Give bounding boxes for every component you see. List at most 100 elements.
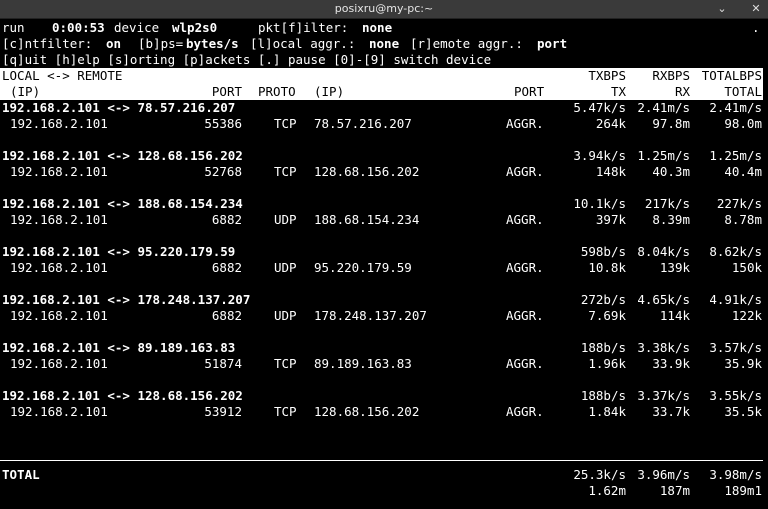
conn-txbps: 5.47k/s	[573, 100, 626, 115]
conn-tx: 397k	[595, 212, 626, 227]
header-ip-remote: (IP)	[314, 84, 345, 99]
conn-txbps: 272b/s	[580, 292, 626, 307]
conn-txbps: 598b/s	[580, 244, 626, 259]
header-rx: RX	[674, 84, 690, 99]
conn-tx: 264k	[595, 116, 626, 131]
conn-pair: 192.168.2.101 <-> 95.220.179.59	[2, 244, 236, 259]
minimize-button[interactable]: ⌄	[714, 1, 730, 17]
conn-pair: 192.168.2.101 <-> 128.68.156.202	[2, 148, 243, 163]
conn-total: 150k	[731, 260, 762, 275]
conn-total: 40.4m	[724, 164, 762, 179]
conn-remote-ip: 188.68.154.234	[314, 212, 420, 227]
conn-rx: 97.8m	[652, 116, 690, 131]
conn-local-port: 55386	[204, 116, 242, 131]
conn-txbps: 188b/s	[580, 340, 626, 355]
conn-total: 98.0m	[724, 116, 762, 131]
totals-rxbps: 3.96m/s	[637, 467, 690, 482]
conn-rx: 114k	[659, 308, 690, 323]
conn-remote-ip: 89.189.163.83	[314, 356, 412, 371]
conn-local-port: 53912	[204, 404, 242, 419]
conn-total: 35.5k	[724, 404, 762, 419]
window-titlebar: posixru@my-pc:~ ⌄ ✕	[0, 0, 768, 19]
conn-txbps: 188b/s	[580, 388, 626, 403]
conn-local-ip: 192.168.2.101	[10, 164, 108, 179]
status-state: run	[2, 20, 25, 35]
status-dot: .	[752, 20, 760, 35]
conn-remote-port: AGGR.	[506, 308, 544, 323]
conn-totalbps: 3.55k/s	[709, 388, 762, 403]
totals-tx: 1.62m	[588, 483, 626, 498]
option-local-aggr-label: [l]ocal aggr.:	[250, 36, 356, 51]
conn-pair: 192.168.2.101 <-> 78.57.216.207	[2, 100, 236, 115]
option-bps-label: [b]ps=	[138, 36, 184, 51]
conn-rx: 40.3m	[652, 164, 690, 179]
conn-tx: 10.8k	[588, 260, 626, 275]
option-remote-aggr-label: [r]emote aggr.:	[410, 36, 523, 51]
conn-tx: 1.84k	[588, 404, 626, 419]
status-device: wlp2s0	[172, 20, 218, 35]
conn-remote-port: AGGR.	[506, 212, 544, 227]
conn-rxbps: 1.25m/s	[637, 148, 690, 163]
conn-rx: 139k	[659, 260, 690, 275]
conn-remote-port: AGGR.	[506, 164, 544, 179]
status-pktfilter: none	[362, 20, 393, 35]
totals-divider	[0, 460, 763, 461]
conn-local-ip: 192.168.2.101	[10, 212, 108, 227]
conn-totalbps: 2.41m/s	[709, 100, 762, 115]
option-cntfilter: on	[106, 36, 122, 51]
status-pktfilter-label: pkt[f]ilter:	[258, 20, 349, 35]
conn-pair: 192.168.2.101 <-> 89.189.163.83	[2, 340, 236, 355]
header-tx: TX	[610, 84, 626, 99]
conn-local-port: 52768	[204, 164, 242, 179]
conn-proto: UDP	[274, 308, 297, 323]
conn-local-port: 6882	[211, 212, 242, 227]
conn-totalbps: 227k/s	[716, 196, 762, 211]
conn-local-ip: 192.168.2.101	[10, 260, 108, 275]
conn-local-ip: 192.168.2.101	[10, 356, 108, 371]
conn-totalbps: 3.57k/s	[709, 340, 762, 355]
totals-label: TOTAL	[2, 467, 40, 482]
conn-tx: 1.96k	[588, 356, 626, 371]
totals-txbps: 25.3k/s	[573, 467, 626, 482]
header-txbps: TXBPS	[588, 68, 626, 83]
conn-tx: 148k	[595, 164, 626, 179]
conn-proto: UDP	[274, 260, 297, 275]
header-port-remote: PORT	[514, 84, 545, 99]
conn-txbps: 10.1k/s	[573, 196, 626, 211]
header-total: TOTAL	[724, 84, 762, 99]
conn-txbps: 3.94k/s	[573, 148, 626, 163]
option-local-aggr: none	[369, 36, 400, 51]
conn-tx: 7.69k	[588, 308, 626, 323]
conn-proto: TCP	[274, 356, 297, 371]
conn-total: 122k	[731, 308, 762, 323]
conn-rxbps: 2.41m/s	[637, 100, 690, 115]
status-elapsed: 0:00:53	[52, 20, 105, 35]
conn-totalbps: 1.25m/s	[709, 148, 762, 163]
conn-proto: TCP	[274, 116, 297, 131]
conn-totalbps: 8.62k/s	[709, 244, 762, 259]
conn-local-ip: 192.168.2.101	[10, 308, 108, 323]
conn-rxbps: 217k/s	[644, 196, 690, 211]
conn-rxbps: 8.04k/s	[637, 244, 690, 259]
conn-remote-ip: 95.220.179.59	[314, 260, 412, 275]
window-title: posixru@my-pc:~	[334, 2, 434, 15]
close-button[interactable]: ✕	[748, 1, 764, 17]
conn-local-port: 6882	[211, 260, 242, 275]
conn-remote-ip: 78.57.216.207	[314, 116, 412, 131]
status-device-label: device	[114, 20, 160, 35]
conn-rxbps: 4.65k/s	[637, 292, 690, 307]
conn-remote-ip: 128.68.156.202	[314, 404, 420, 419]
conn-total: 8.78m	[724, 212, 762, 227]
conn-remote-ip: 178.248.137.207	[314, 308, 427, 323]
conn-proto: TCP	[274, 164, 297, 179]
conn-pair: 192.168.2.101 <-> 188.68.154.234	[2, 196, 243, 211]
conn-pair: 192.168.2.101 <-> 128.68.156.202	[2, 388, 243, 403]
option-cntfilter-label: [c]ntfilter:	[2, 36, 93, 51]
conn-pair: 192.168.2.101 <-> 178.248.137.207	[2, 292, 251, 307]
terminal[interactable]: run 0:00:53 device wlp2s0 pkt[f]ilter: n…	[0, 19, 768, 509]
keys-help: [q]uit [h]elp [s]orting [p]ackets [.] pa…	[2, 52, 492, 67]
header-proto: PROTO	[258, 84, 296, 99]
conn-proto: UDP	[274, 212, 297, 227]
conn-proto: TCP	[274, 404, 297, 419]
conn-local-ip: 192.168.2.101	[10, 404, 108, 419]
